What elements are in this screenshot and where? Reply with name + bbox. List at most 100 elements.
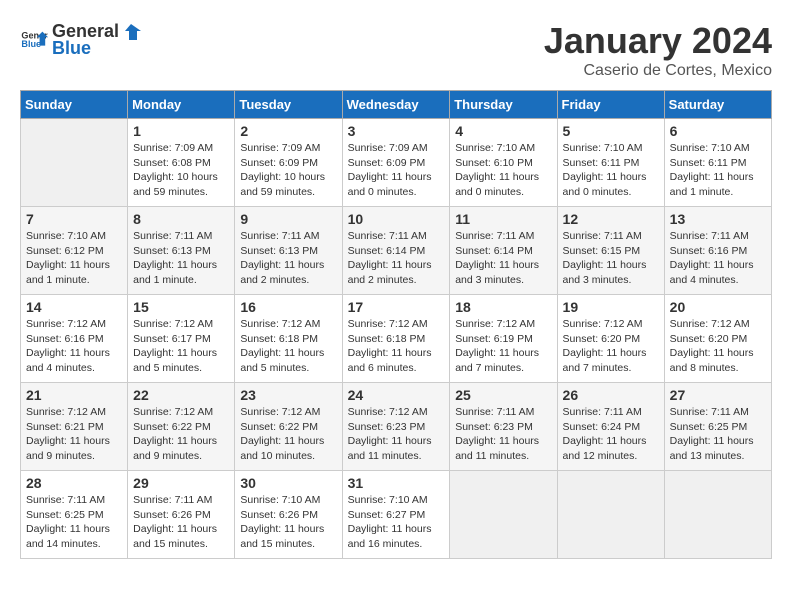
cell-day-number: 28	[26, 475, 122, 491]
calendar-cell: 4 Sunrise: 7:10 AM Sunset: 6:10 PM Daylig…	[450, 119, 557, 207]
cell-info: Sunrise: 7:11 AM Sunset: 6:23 PM Dayligh…	[455, 405, 551, 464]
cell-info: Sunrise: 7:09 AM Sunset: 6:09 PM Dayligh…	[240, 141, 336, 200]
cell-info: Sunrise: 7:11 AM Sunset: 6:14 PM Dayligh…	[455, 229, 551, 288]
cell-day-number: 19	[563, 299, 659, 315]
cell-info: Sunrise: 7:10 AM Sunset: 6:11 PM Dayligh…	[563, 141, 659, 200]
calendar-subtitle: Caserio de Cortes, Mexico	[544, 62, 772, 80]
weekday-header-sunday: Sunday	[21, 91, 128, 119]
calendar-cell	[21, 119, 128, 207]
calendar-cell: 17Sunrise: 7:12 AM Sunset: 6:18 PM Dayli…	[342, 295, 450, 383]
cell-day-number: 29	[133, 475, 229, 491]
calendar-cell	[664, 471, 771, 559]
calendar-cell: 14 Sunrise: 7:12 AM Sunset: 6:16 PM Dayli…	[21, 295, 128, 383]
calendar-cell: 10Sunrise: 7:11 AM Sunset: 6:14 PM Dayli…	[342, 207, 450, 295]
svg-text:Blue: Blue	[21, 39, 41, 49]
cell-day-number: 30	[240, 475, 336, 491]
calendar-cell: 15 Sunrise: 7:12 AM Sunset: 6:17 PM Dayli…	[128, 295, 235, 383]
calendar-cell: 29 Sunrise: 7:11 AM Sunset: 6:26 PM Dayli…	[128, 471, 235, 559]
calendar-cell: 28 Sunrise: 7:11 AM Sunset: 6:25 PM Dayli…	[21, 471, 128, 559]
calendar-cell: 8 Sunrise: 7:11 AM Sunset: 6:13 PM Daylig…	[128, 207, 235, 295]
cell-day-number: 13	[670, 211, 766, 227]
cell-info: Sunrise: 7:12 AM Sunset: 6:21 PM Dayligh…	[26, 405, 122, 464]
cell-day-number: 31	[348, 475, 445, 491]
cell-info: Sunrise: 7:12 AM Sunset: 6:23 PM Dayligh…	[348, 405, 445, 464]
calendar-cell: 30 Sunrise: 7:10 AM Sunset: 6:26 PM Dayli…	[235, 471, 342, 559]
weekday-header-thursday: Thursday	[450, 91, 557, 119]
cell-day-number: 18	[455, 299, 551, 315]
title-area: January 2024 Caserio de Cortes, Mexico	[544, 20, 772, 80]
cell-info: Sunrise: 7:12 AM Sunset: 6:22 PM Dayligh…	[133, 405, 229, 464]
calendar-cell: 20 Sunrise: 7:12 AM Sunset: 6:20 PM Dayli…	[664, 295, 771, 383]
cell-info: Sunrise: 7:09 AM Sunset: 6:08 PM Dayligh…	[133, 141, 229, 200]
cell-info: Sunrise: 7:12 AM Sunset: 6:18 PM Dayligh…	[240, 317, 336, 376]
cell-info: Sunrise: 7:10 AM Sunset: 6:10 PM Dayligh…	[455, 141, 551, 200]
calendar-cell: 27Sunrise: 7:11 AM Sunset: 6:25 PM Dayli…	[664, 383, 771, 471]
cell-day-number: 11	[455, 211, 551, 227]
cell-day-number: 22	[133, 387, 229, 403]
cell-day-number: 10	[348, 211, 445, 227]
cell-day-number: 7	[26, 211, 122, 227]
weekday-header-friday: Friday	[557, 91, 664, 119]
weekday-header-wednesday: Wednesday	[342, 91, 450, 119]
calendar-cell: 7 Sunrise: 7:10 AM Sunset: 6:12 PM Daylig…	[21, 207, 128, 295]
cell-info: Sunrise: 7:11 AM Sunset: 6:13 PM Dayligh…	[133, 229, 229, 288]
cell-info: Sunrise: 7:12 AM Sunset: 6:22 PM Dayligh…	[240, 405, 336, 464]
cell-day-number: 14	[26, 299, 122, 315]
calendar-cell: 19 Sunrise: 7:12 AM Sunset: 6:20 PM Dayli…	[557, 295, 664, 383]
cell-day-number: 4	[455, 123, 551, 139]
cell-day-number: 24	[348, 387, 445, 403]
cell-info: Sunrise: 7:10 AM Sunset: 6:26 PM Dayligh…	[240, 493, 336, 552]
cell-info: Sunrise: 7:10 AM Sunset: 6:27 PM Dayligh…	[348, 493, 445, 552]
calendar-cell: 18 Sunrise: 7:12 AM Sunset: 6:19 PM Dayli…	[450, 295, 557, 383]
cell-info: Sunrise: 7:10 AM Sunset: 6:11 PM Dayligh…	[670, 141, 766, 200]
cell-info: Sunrise: 7:12 AM Sunset: 6:20 PM Dayligh…	[563, 317, 659, 376]
calendar-cell: 12 Sunrise: 7:11 AM Sunset: 6:15 PM Dayli…	[557, 207, 664, 295]
calendar-cell: 9Sunrise: 7:11 AM Sunset: 6:13 PM Daylig…	[235, 207, 342, 295]
calendar-cell: 21Sunrise: 7:12 AM Sunset: 6:21 PM Dayli…	[21, 383, 128, 471]
cell-info: Sunrise: 7:11 AM Sunset: 6:25 PM Dayligh…	[26, 493, 122, 552]
calendar-title: January 2024	[544, 20, 772, 62]
cell-info: Sunrise: 7:12 AM Sunset: 6:16 PM Dayligh…	[26, 317, 122, 376]
calendar-table: SundayMondayTuesdayWednesdayThursdayFrid…	[20, 90, 772, 559]
calendar-cell: 3Sunrise: 7:09 AM Sunset: 6:09 PM Daylig…	[342, 119, 450, 207]
logo-icon: General Blue	[20, 26, 48, 54]
cell-info: Sunrise: 7:11 AM Sunset: 6:24 PM Dayligh…	[563, 405, 659, 464]
cell-info: Sunrise: 7:12 AM Sunset: 6:19 PM Dayligh…	[455, 317, 551, 376]
cell-day-number: 25	[455, 387, 551, 403]
calendar-cell: 16 Sunrise: 7:12 AM Sunset: 6:18 PM Dayli…	[235, 295, 342, 383]
logo-arrow-icon	[121, 20, 143, 42]
calendar-cell: 22 Sunrise: 7:12 AM Sunset: 6:22 PM Dayli…	[128, 383, 235, 471]
cell-day-number: 23	[240, 387, 336, 403]
calendar-cell: 13 Sunrise: 7:11 AM Sunset: 6:16 PM Dayli…	[664, 207, 771, 295]
cell-info: Sunrise: 7:10 AM Sunset: 6:12 PM Dayligh…	[26, 229, 122, 288]
calendar-cell: 11 Sunrise: 7:11 AM Sunset: 6:14 PM Dayli…	[450, 207, 557, 295]
cell-day-number: 3	[348, 123, 445, 139]
calendar-cell: 5 Sunrise: 7:10 AM Sunset: 6:11 PM Daylig…	[557, 119, 664, 207]
cell-day-number: 2	[240, 123, 336, 139]
cell-day-number: 8	[133, 211, 229, 227]
cell-day-number: 17	[348, 299, 445, 315]
calendar-cell: 23 Sunrise: 7:12 AM Sunset: 6:22 PM Dayli…	[235, 383, 342, 471]
cell-day-number: 20	[670, 299, 766, 315]
cell-info: Sunrise: 7:12 AM Sunset: 6:17 PM Dayligh…	[133, 317, 229, 376]
calendar-cell: 24 Sunrise: 7:12 AM Sunset: 6:23 PM Dayli…	[342, 383, 450, 471]
calendar-cell: 31 Sunrise: 7:10 AM Sunset: 6:27 PM Dayli…	[342, 471, 450, 559]
cell-day-number: 5	[563, 123, 659, 139]
cell-info: Sunrise: 7:11 AM Sunset: 6:26 PM Dayligh…	[133, 493, 229, 552]
cell-day-number: 6	[670, 123, 766, 139]
cell-info: Sunrise: 7:11 AM Sunset: 6:13 PM Dayligh…	[240, 229, 336, 288]
cell-info: Sunrise: 7:11 AM Sunset: 6:16 PM Dayligh…	[670, 229, 766, 288]
calendar-cell: 25 Sunrise: 7:11 AM Sunset: 6:23 PM Dayli…	[450, 383, 557, 471]
logo: General Blue General Blue	[20, 20, 143, 59]
cell-day-number: 16	[240, 299, 336, 315]
calendar-cell: 1 Sunrise: 7:09 AM Sunset: 6:08 PM Daylig…	[128, 119, 235, 207]
header: General Blue General Blue January 2024 C…	[20, 20, 772, 80]
cell-info: Sunrise: 7:11 AM Sunset: 6:25 PM Dayligh…	[670, 405, 766, 464]
calendar-cell: 6 Sunrise: 7:10 AM Sunset: 6:11 PM Daylig…	[664, 119, 771, 207]
cell-day-number: 12	[563, 211, 659, 227]
cell-day-number: 15	[133, 299, 229, 315]
cell-info: Sunrise: 7:11 AM Sunset: 6:15 PM Dayligh…	[563, 229, 659, 288]
weekday-header-tuesday: Tuesday	[235, 91, 342, 119]
cell-info: Sunrise: 7:12 AM Sunset: 6:20 PM Dayligh…	[670, 317, 766, 376]
cell-day-number: 1	[133, 123, 229, 139]
